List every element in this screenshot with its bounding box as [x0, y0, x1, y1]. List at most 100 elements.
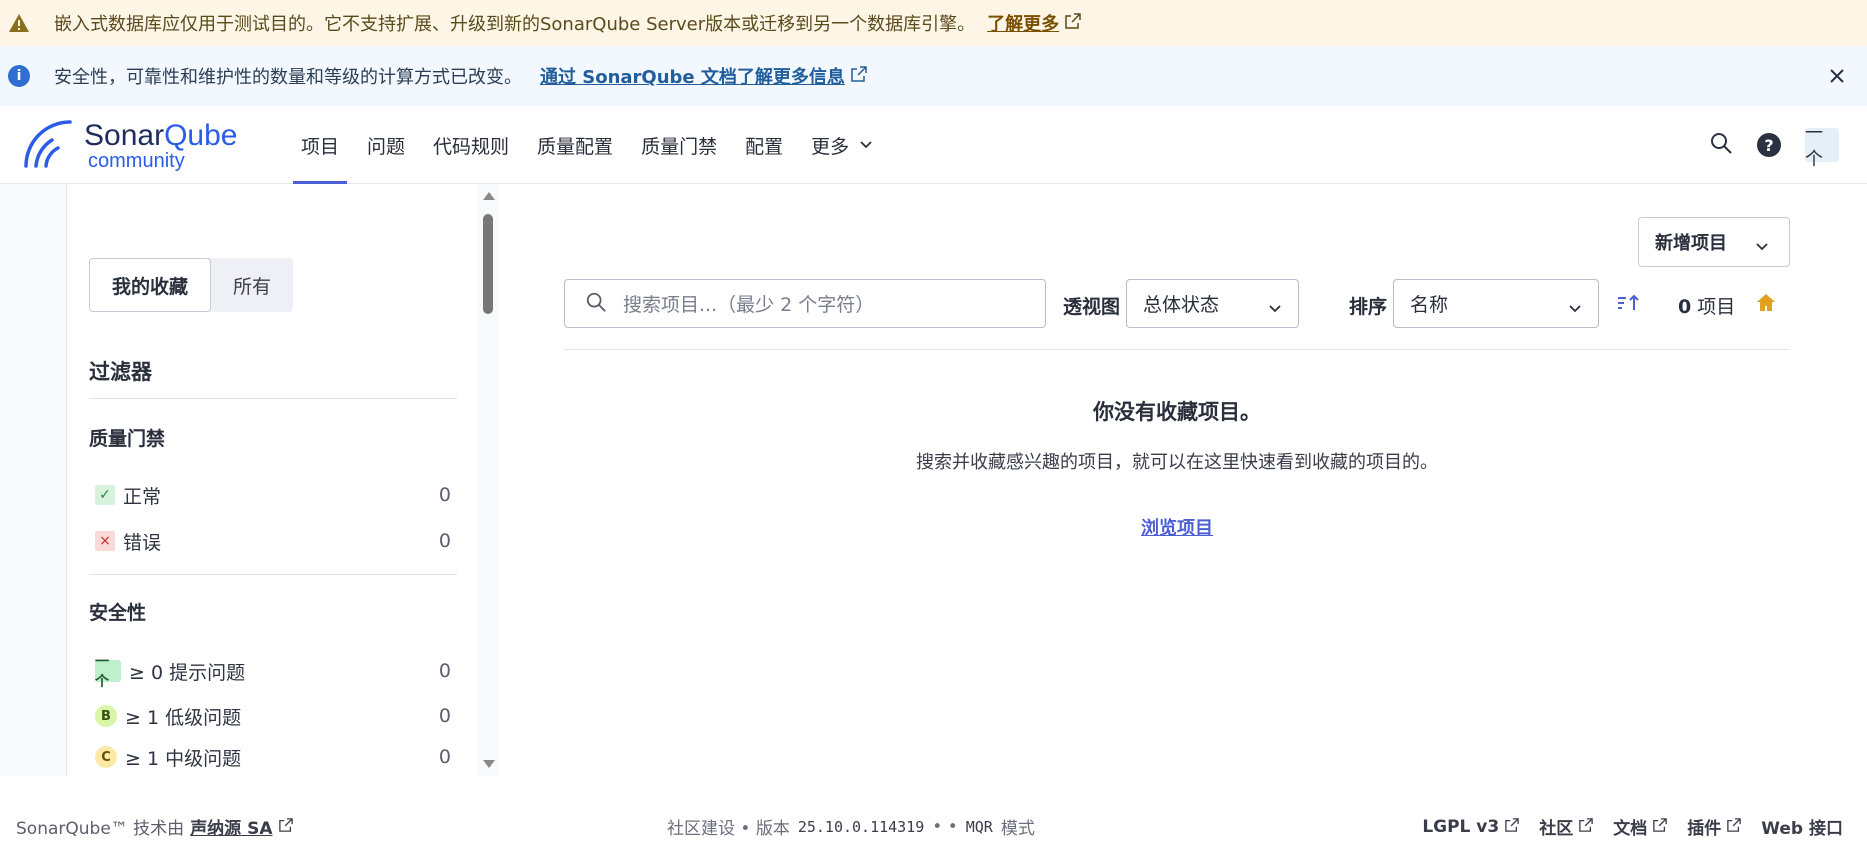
sidebar-scrollbar[interactable] — [478, 184, 498, 776]
footer-version: 社区建设 • 版本 25.10.0.114319 • • MQR 模式 — [667, 814, 1035, 840]
filter-count: 0 — [438, 705, 451, 727]
filter-count: 0 — [438, 484, 451, 506]
sort-select[interactable]: 名称 — [1393, 279, 1599, 328]
toggle-favorites[interactable]: 我的收藏 — [89, 258, 212, 312]
chevron-down-icon — [1755, 236, 1769, 257]
search-placeholder: 搜索项目...（最少 2 个字符） — [623, 294, 875, 316]
nav-quality-gates[interactable]: 质量门禁 — [633, 106, 725, 184]
main-menu: 项目 问题 代码规则 质量配置 质量门禁 配置 更多 — [293, 106, 893, 184]
external-link-icon — [1579, 817, 1594, 837]
count-number: 0 — [1678, 296, 1692, 318]
external-link-icon — [1653, 817, 1668, 837]
footer-link-docs[interactable]: 文档 — [1613, 814, 1668, 839]
count-unit: 项目 — [1697, 296, 1736, 318]
project-count: 0 项目 — [1678, 292, 1735, 319]
sonar-waves-icon — [22, 118, 76, 174]
footer-link-web-api[interactable]: Web 接口 — [1761, 814, 1843, 839]
nav-more[interactable]: 更多 — [803, 106, 881, 184]
check-icon: ✓ — [95, 485, 115, 505]
filter-label: 正常 — [123, 485, 162, 508]
learn-more-link[interactable]: 了解更多 — [987, 10, 1081, 36]
browse-projects-link[interactable]: 浏览项目 — [564, 514, 1790, 540]
empty-state-text: 搜索并收藏感兴趣的项目，就可以在这里快速看到收藏的项目的。 — [916, 452, 1438, 473]
empty-state-title: 你没有收藏项目。 — [1093, 400, 1261, 424]
filter-row-failed[interactable]: × 错误 0 — [89, 526, 451, 556]
quality-gate-title: 质量门禁 — [89, 428, 166, 450]
rating-badge: B — [95, 705, 117, 727]
sort-ascending-icon[interactable] — [1616, 292, 1642, 318]
filter-row-security-a[interactable]: 一个 ≥ 0 提示问题 0 — [89, 654, 451, 690]
scrollbar-thumb[interactable] — [483, 214, 493, 314]
footer-link-label: 文档 — [1613, 819, 1648, 839]
docs-link[interactable]: 通过 SonarQube 文档了解更多信息 — [540, 63, 867, 89]
warning-icon — [8, 13, 30, 33]
separator: • • — [932, 816, 958, 837]
filter-label: ≥ 1 中级问题 — [125, 747, 242, 770]
company-link[interactable]: 声纳源 SA — [190, 814, 272, 839]
divider — [89, 574, 457, 575]
filters-title: 过滤器 — [89, 360, 152, 384]
sort-value: 名称 — [1410, 294, 1449, 316]
new-project-button[interactable]: 新增项目 — [1638, 217, 1790, 267]
warning-banner: 嵌入式数据库应仅用于测试目的。它不支持扩展、升级到新的SonarQube Ser… — [0, 0, 1867, 46]
nav-administration[interactable]: 配置 — [737, 106, 791, 184]
filter-count: 0 — [438, 660, 451, 682]
filter-row-security-c[interactable]: C ≥ 1 中级问题 0 — [89, 742, 451, 772]
help-icon[interactable]: ? — [1757, 133, 1781, 157]
avatar[interactable]: 一个 — [1805, 123, 1839, 170]
close-icon[interactable] — [1825, 64, 1849, 88]
chevron-down-icon — [1268, 297, 1282, 319]
search-icon — [585, 291, 607, 317]
divider — [89, 398, 457, 399]
filter-row-security-b[interactable]: B ≥ 1 低级问题 0 — [89, 701, 451, 731]
nav-projects[interactable]: 项目 — [293, 106, 348, 184]
learn-more-label: 了解更多 — [987, 14, 1060, 35]
rating-badge: 一个 — [95, 654, 121, 690]
favorites-toggle: 我的收藏 所有 — [89, 258, 294, 312]
info-icon: i — [8, 65, 30, 87]
mode-text: 模式 — [1000, 819, 1035, 839]
filter-label: ≥ 1 低级问题 — [125, 706, 242, 729]
perspective-value: 总体状态 — [1143, 294, 1220, 316]
chevron-down-icon — [859, 140, 873, 150]
security-title: 安全性 — [89, 602, 147, 624]
footer-link-label: Web 接口 — [1761, 819, 1843, 839]
footer-link-plugins[interactable]: 插件 — [1687, 814, 1742, 839]
sonarqube-logo[interactable]: SonarQube community — [22, 118, 237, 174]
footer-link-label: 插件 — [1687, 819, 1722, 839]
top-nav: SonarQube community 项目 问题 代码规则 质量配置 质量门禁… — [0, 106, 1867, 184]
scroll-down-arrow-icon[interactable] — [483, 760, 495, 768]
info-text: 安全性，可靠性和维护性的数量和等级的计算方式已改变。 — [54, 67, 522, 88]
footer-link-label: 社区 — [1539, 819, 1574, 839]
projects-main: 新增项目 搜索项目...（最少 2 个字符） 透视图 总体状态 排序 名称 0 … — [498, 184, 1867, 776]
footer-link-community[interactable]: 社区 — [1539, 814, 1594, 839]
toggle-all[interactable]: 所有 — [211, 258, 293, 312]
footer: SonarQube™ 技术由 声纳源 SA 社区建设 • 版本 25.10.0.… — [0, 776, 1867, 846]
sidebar-area: 我的收藏 所有 过滤器 质量门禁 ✓ 正常 0 × 错误 0 安全性 一个 ≥ … — [0, 184, 498, 776]
search-icon[interactable] — [1709, 131, 1733, 159]
nav-rules[interactable]: 代码规则 — [425, 106, 517, 184]
nav-actions: ? 一个 — [1709, 106, 1839, 184]
filter-row-passed[interactable]: ✓ 正常 0 — [89, 480, 451, 510]
external-link-icon — [1727, 817, 1742, 837]
perspective-select[interactable]: 总体状态 — [1126, 279, 1299, 328]
new-project-label: 新增项目 — [1655, 233, 1727, 254]
logo-wordmark: SonarQube — [84, 119, 238, 152]
warning-text: 嵌入式数据库应仅用于测试目的。它不支持扩展、升级到新的SonarQube Ser… — [54, 14, 976, 35]
filter-count: 0 — [438, 530, 451, 552]
footer-link-label: LGPL v3 — [1422, 816, 1500, 837]
mode-code: MQR — [965, 817, 993, 836]
nav-quality-profiles[interactable]: 质量配置 — [529, 106, 621, 184]
footer-links: LGPL v3 社区 文档 插件 Web 接口 — [1422, 814, 1843, 840]
x-icon: × — [95, 531, 115, 551]
external-link-icon — [278, 817, 293, 837]
footer-link-license[interactable]: LGPL v3 — [1422, 816, 1520, 837]
search-input[interactable]: 搜索项目...（最少 2 个字符） — [564, 279, 1046, 328]
home-icon[interactable] — [1755, 292, 1777, 318]
scroll-up-arrow-icon[interactable] — [483, 192, 495, 200]
filters-sidebar: 我的收藏 所有 过滤器 质量门禁 ✓ 正常 0 × 错误 0 安全性 一个 ≥ … — [66, 184, 478, 776]
version-number: 25.10.0.114319 — [797, 817, 925, 836]
filter-count: 0 — [438, 746, 451, 768]
nav-issues[interactable]: 问题 — [359, 106, 413, 184]
filter-label: ≥ 0 提示问题 — [129, 661, 246, 684]
